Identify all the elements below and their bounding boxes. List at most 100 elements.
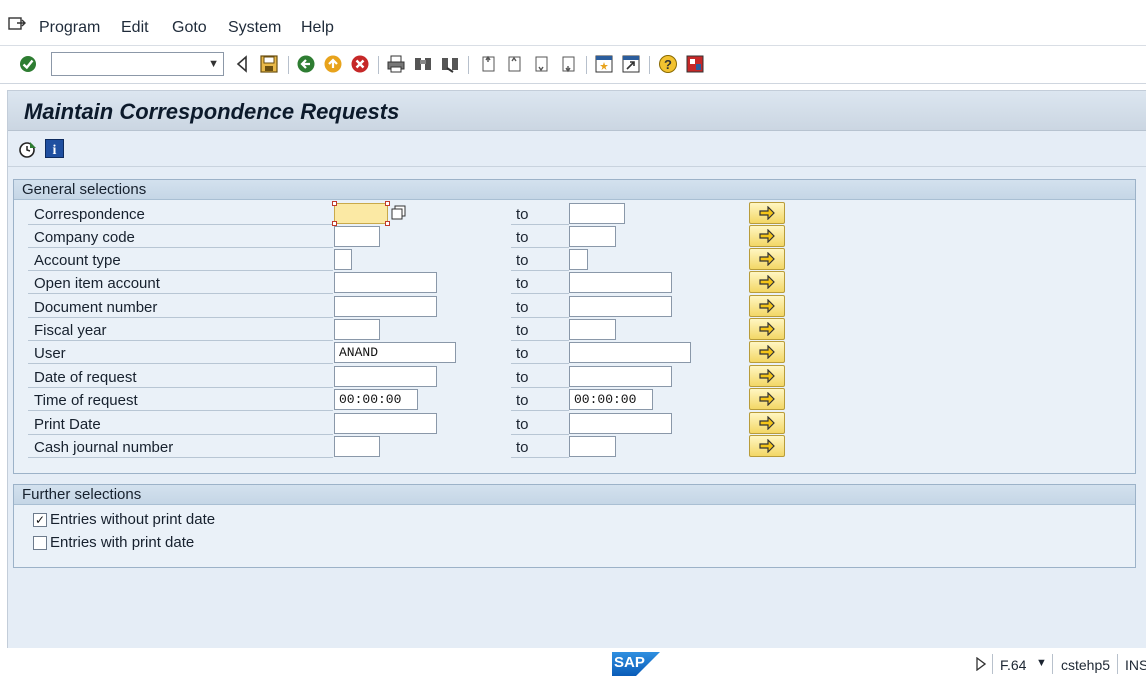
sap-logo: SAP bbox=[612, 652, 660, 676]
arrow-right-icon bbox=[759, 369, 775, 383]
back-arrow-icon[interactable] bbox=[232, 54, 252, 74]
arrow-right-icon bbox=[759, 275, 775, 289]
status-dropdown-icon[interactable]: ▼ bbox=[1036, 657, 1047, 669]
date-of-request-from-input[interactable] bbox=[334, 366, 437, 387]
document-number-from-input[interactable] bbox=[334, 296, 437, 317]
multiple-selection-button[interactable] bbox=[749, 388, 785, 410]
multiple-selection-button[interactable] bbox=[749, 248, 785, 270]
fiscal-year-to-input[interactable] bbox=[569, 319, 616, 340]
open-item-account-from-input[interactable] bbox=[334, 272, 437, 293]
multiple-selection-button[interactable] bbox=[749, 435, 785, 457]
to-label: to bbox=[516, 275, 529, 292]
save-icon[interactable] bbox=[259, 54, 279, 74]
help-icon[interactable]: ? bbox=[658, 54, 678, 74]
arrow-right-icon bbox=[759, 439, 775, 453]
previous-page-icon[interactable] bbox=[504, 54, 524, 74]
last-page-icon[interactable] bbox=[558, 54, 578, 74]
chevron-down-icon[interactable]: ▼ bbox=[208, 58, 219, 70]
title-bar: Maintain Correspondence Requests bbox=[8, 91, 1146, 131]
menu-help[interactable]: Help bbox=[301, 19, 334, 37]
fiscal-year-from-input[interactable] bbox=[334, 319, 380, 340]
field-label: Fiscal year bbox=[34, 322, 107, 339]
sap-logo-text: SAP bbox=[614, 654, 645, 671]
selection-row-company-code: Company code to bbox=[14, 225, 1137, 248]
menu-bar: Program Edit Goto System Help bbox=[0, 0, 1146, 46]
field-label: Time of request bbox=[34, 392, 138, 409]
general-selections-group: General selections Correspondence to Com… bbox=[13, 179, 1136, 474]
arrow-right-icon bbox=[759, 252, 775, 266]
field-label: Open item account bbox=[34, 275, 160, 292]
field-label: Account type bbox=[34, 252, 121, 269]
open-item-account-to-input[interactable] bbox=[569, 272, 672, 293]
arrow-right-icon bbox=[759, 299, 775, 313]
exit-icon[interactable] bbox=[323, 54, 343, 74]
cash-journal-number-from-input[interactable] bbox=[334, 436, 380, 457]
multiple-selection-button[interactable] bbox=[749, 318, 785, 340]
to-label: to bbox=[516, 229, 529, 246]
account-type-from-input[interactable] bbox=[334, 249, 352, 270]
next-page-icon[interactable] bbox=[531, 54, 551, 74]
find-icon[interactable] bbox=[413, 54, 433, 74]
application-toolbar: i bbox=[8, 131, 1146, 167]
print-date-from-input[interactable] bbox=[334, 413, 437, 434]
entries-with-print-date-checkbox[interactable] bbox=[33, 536, 47, 550]
correspondence-to-input[interactable] bbox=[569, 203, 625, 224]
date-of-request-to-input[interactable] bbox=[569, 366, 672, 387]
enter-icon[interactable] bbox=[18, 54, 38, 74]
field-label: Correspondence bbox=[34, 206, 145, 223]
multiple-selection-button[interactable] bbox=[749, 341, 785, 363]
menu-program[interactable]: Program bbox=[39, 19, 100, 37]
field-label: Company code bbox=[34, 229, 135, 246]
user-to-input[interactable] bbox=[569, 342, 691, 363]
multiple-selection-button[interactable] bbox=[749, 202, 785, 224]
find-next-icon[interactable] bbox=[440, 54, 460, 74]
selection-row-date-of-request: Date of request to bbox=[14, 365, 1137, 388]
menu-system[interactable]: System bbox=[228, 19, 281, 37]
correspondence-from-input[interactable] bbox=[334, 203, 388, 224]
time-of-request-from-input[interactable]: 00:00:00 bbox=[334, 389, 418, 410]
multiple-selection-button[interactable] bbox=[749, 295, 785, 317]
multiple-selection-button[interactable] bbox=[749, 271, 785, 293]
further-selections-group: Further selections ✓ Entries without pri… bbox=[13, 484, 1136, 568]
user-from-input[interactable]: ANAND bbox=[334, 342, 456, 363]
info-icon[interactable]: i bbox=[45, 139, 64, 162]
layout-icon[interactable] bbox=[685, 54, 705, 74]
multiple-selection-button[interactable] bbox=[749, 225, 785, 247]
field-label: Document number bbox=[34, 299, 158, 316]
print-date-to-input[interactable] bbox=[569, 413, 672, 434]
cancel-icon[interactable] bbox=[350, 54, 370, 74]
time-of-request-to-input[interactable]: 00:00:00 bbox=[569, 389, 653, 410]
menu-edit[interactable]: Edit bbox=[121, 19, 149, 37]
command-field[interactable]: ▼ bbox=[51, 52, 224, 76]
multiple-selection-button[interactable] bbox=[749, 365, 785, 387]
to-label: to bbox=[516, 345, 529, 362]
entries-without-print-date-checkbox[interactable]: ✓ bbox=[33, 513, 47, 527]
selection-row-time-of-request: Time of request 00:00:00 to 00:00:00 bbox=[14, 388, 1137, 411]
account-type-to-input[interactable] bbox=[569, 249, 588, 270]
page-title: Maintain Correspondence Requests bbox=[24, 99, 400, 124]
general-selections-title: General selections bbox=[14, 180, 1135, 200]
back-icon[interactable] bbox=[296, 54, 316, 74]
menu-goto[interactable]: Goto bbox=[172, 19, 207, 37]
first-page-icon[interactable] bbox=[478, 54, 498, 74]
company-code-from-input[interactable] bbox=[334, 226, 380, 247]
value-help-icon[interactable] bbox=[391, 205, 407, 225]
selection-row-correspondence: Correspondence to bbox=[14, 201, 1137, 226]
to-label: to bbox=[516, 252, 529, 269]
multiple-selection-button[interactable] bbox=[749, 412, 785, 434]
execute-icon[interactable] bbox=[18, 139, 38, 163]
to-label: to bbox=[516, 416, 529, 433]
svg-text:i: i bbox=[53, 143, 57, 158]
cash-journal-number-to-input[interactable] bbox=[569, 436, 616, 457]
field-label: Date of request bbox=[34, 369, 137, 386]
selection-row-user: User ANAND to bbox=[14, 341, 1137, 364]
status-expand-icon[interactable] bbox=[976, 656, 987, 675]
status-server: cstehp5 bbox=[1061, 657, 1111, 673]
create-session-icon[interactable] bbox=[594, 54, 614, 74]
shortcut-icon[interactable] bbox=[621, 54, 641, 74]
status-bar bbox=[0, 648, 1146, 678]
menu-toggle-icon[interactable] bbox=[8, 16, 26, 32]
print-icon[interactable] bbox=[386, 54, 406, 74]
company-code-to-input[interactable] bbox=[569, 226, 616, 247]
document-number-to-input[interactable] bbox=[569, 296, 672, 317]
